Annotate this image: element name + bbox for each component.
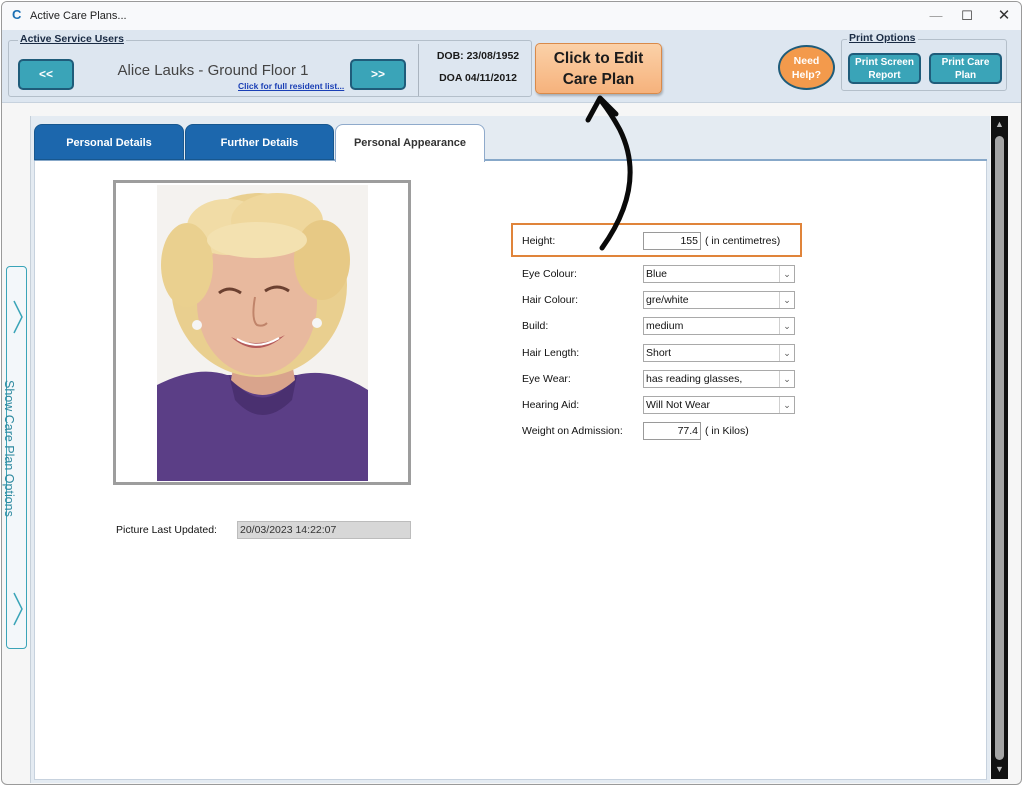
hair-length-label: Hair Length: [522,347,580,359]
vertical-scrollbar[interactable]: ▲ ▼ [991,116,1008,779]
resident-name: Alice Lauks - Ground Floor 1 [117,62,309,79]
print-care-plan-label-2: Plan [954,70,977,81]
hearing-aid-select[interactable]: Will Not Wear ⌄ [643,396,795,414]
resident-photo-frame[interactable] [113,180,411,485]
maximize-button[interactable]: ☐ [955,5,979,27]
eye-wear-label: Eye Wear: [522,373,571,385]
resident-list-link[interactable]: Click for full resident list... [238,81,344,91]
tab-personal-appearance[interactable]: Personal Appearance [335,124,485,162]
scroll-thumb[interactable] [995,136,1004,760]
print-screen-label-2: Report [868,70,901,81]
chevron-right-icon [13,300,23,334]
eye-wear-value: has reading glasses, [646,373,743,385]
eye-colour-label: Eye Colour: [522,268,577,280]
hearing-aid-label: Hearing Aid: [522,399,580,411]
header-bar: Active Service Users << Alice Lauks - Gr… [2,30,1021,103]
edit-care-plan-label-1: Click to Edit [553,50,644,67]
eye-colour-value: Blue [646,268,668,280]
need-help-label-2: Help? [791,69,822,81]
print-care-plan-button[interactable]: Print Care Plan [929,53,1002,84]
hair-colour-select[interactable]: gre/white ⌄ [643,291,795,309]
service-users-title: Active Service Users [18,33,126,45]
scroll-down-icon[interactable]: ▼ [995,764,1004,774]
height-label: Height: [522,235,556,247]
resident-photo [157,185,368,481]
tab-further-details[interactable]: Further Details [185,124,334,160]
chevron-down-icon[interactable]: ⌄ [779,266,794,282]
need-help-button[interactable]: Need Help? [778,45,835,90]
close-button[interactable]: ✕ [992,5,1016,27]
minimize-button[interactable]: — [924,5,948,27]
app-window: C Active Care Plans... — ☐ ✕ Active Serv… [1,1,1022,785]
weight-unit: ( in Kilos) [705,425,749,437]
date-of-admission: DOA 04/11/2012 [439,72,517,84]
date-of-birth: DOB: 23/08/1952 [436,50,520,62]
weight-label: Weight on Admission: [522,425,623,437]
hair-length-value: Short [646,347,672,359]
tab-personal-details[interactable]: Personal Details [34,124,184,160]
next-resident-button[interactable]: >> [350,59,406,90]
title-bar: C Active Care Plans... — ☐ ✕ [2,2,1021,30]
build-label: Build: [522,320,549,332]
print-screen-label-1: Print Screen [855,57,914,68]
chevron-right-icon [13,592,23,626]
divider [418,44,419,96]
build-value: medium [646,320,684,332]
annotation-arrow-icon [585,95,633,251]
scroll-up-icon[interactable]: ▲ [995,119,1004,129]
window-title: Active Care Plans... [30,10,127,22]
hair-colour-value: gre/white [646,294,689,306]
picture-updated-label: Picture Last Updated: [116,524,217,536]
print-screen-report-button[interactable]: Print Screen Report [848,53,921,84]
chevron-down-icon[interactable]: ⌄ [779,371,794,387]
print-care-plan-label-1: Print Care [941,57,990,68]
care-plan-options-label: Show Care Plan Options [2,380,16,517]
chevron-down-icon[interactable]: ⌄ [779,292,794,308]
hearing-aid-value: Will Not Wear [646,399,710,411]
print-options-title: Print Options [847,32,918,44]
build-select[interactable]: medium ⌄ [643,317,795,335]
previous-resident-button[interactable]: << [18,59,74,90]
edit-care-plan-button[interactable]: Click to Edit Care Plan [535,43,662,94]
eye-wear-select[interactable]: has reading glasses, ⌄ [643,370,795,388]
chevron-down-icon[interactable]: ⌄ [779,345,794,361]
app-logo-icon: C [12,7,22,22]
portrait-image [157,185,368,481]
picture-updated-field: 20/03/2023 14:22:07 [237,521,411,539]
hair-length-select[interactable]: Short ⌄ [643,344,795,362]
hair-colour-label: Hair Colour: [522,294,579,306]
chevron-down-icon[interactable]: ⌄ [779,397,794,413]
need-help-label-1: Need [793,55,820,67]
weight-input[interactable]: 77.4 [643,422,701,440]
chevron-down-icon[interactable]: ⌄ [779,318,794,334]
eye-colour-select[interactable]: Blue ⌄ [643,265,795,283]
edit-care-plan-label-2: Care Plan [562,71,635,88]
height-unit: ( in centimetres) [705,235,781,247]
